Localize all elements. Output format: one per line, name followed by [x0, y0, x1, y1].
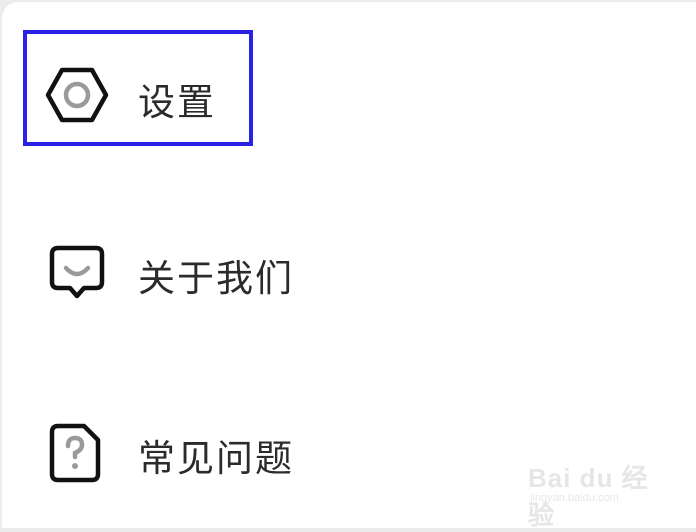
menu-item-label: 常见问题	[138, 437, 294, 480]
menu-item-label: 设置	[138, 81, 216, 124]
question-document-icon	[44, 420, 110, 486]
menu-item-label: 关于我们	[138, 257, 294, 300]
watermark-url: jingyan.baidu.com	[530, 492, 619, 504]
chat-bubble-smile-icon	[44, 240, 110, 306]
menu-panel: 设置 关于我们 常见问题	[2, 2, 696, 528]
settings-hexagon-icon	[44, 62, 110, 128]
watermark: Bai du 经验 jingyan.baidu.com	[528, 458, 658, 530]
menu-item-about-us[interactable]: 关于我们	[2, 212, 696, 332]
menu-item-settings[interactable]: 设置	[2, 32, 696, 152]
